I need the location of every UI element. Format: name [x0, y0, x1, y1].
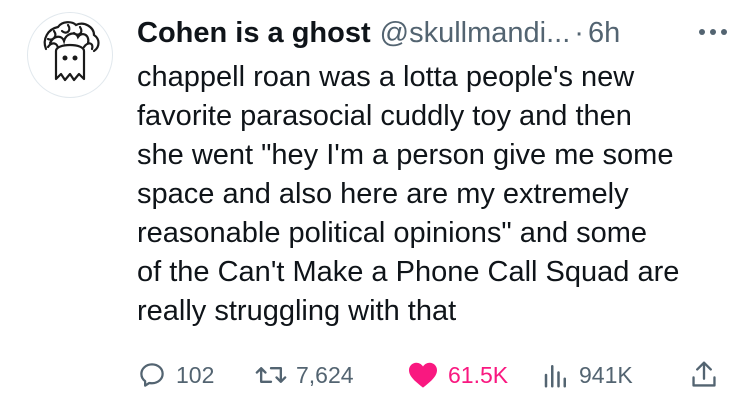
views-icon — [544, 365, 566, 388]
view-count: 941K — [579, 361, 633, 388]
like-count: 61.5K — [448, 361, 509, 388]
display-name[interactable]: Cohen is a ghost — [137, 14, 371, 52]
avatar[interactable] — [27, 12, 113, 98]
retweet-icon — [255, 367, 287, 383]
views-button[interactable]: 941K — [542, 357, 633, 393]
action-bar: 102 7,624 61.5K 941K — [137, 357, 730, 393]
share-button[interactable] — [689, 357, 728, 393]
more-icon — [699, 29, 727, 35]
timestamp[interactable]: 6h — [588, 14, 620, 52]
reply-count: 102 — [176, 361, 215, 388]
like-button[interactable]: 61.5K — [407, 357, 508, 393]
tweet-header: Cohen is a ghost @skullmandi... · 6h — [137, 14, 620, 54]
retweet-button[interactable]: 7,624 — [255, 357, 354, 393]
retweet-count: 7,624 — [296, 361, 354, 388]
share-icon — [692, 361, 716, 387]
separator-dot: · — [574, 17, 584, 49]
user-handle[interactable]: @skullmandi... — [380, 14, 571, 52]
reply-button[interactable]: 102 — [137, 357, 214, 393]
tweet-text: chappell roan was a lotta people's new f… — [137, 61, 680, 327]
more-button[interactable] — [696, 20, 730, 44]
tweet: Cohen is a ghost @skullmandi... · 6h cha… — [0, 0, 750, 401]
reply-icon — [140, 363, 164, 387]
ghost-avatar-icon — [43, 21, 100, 82]
heart-icon — [409, 362, 437, 388]
